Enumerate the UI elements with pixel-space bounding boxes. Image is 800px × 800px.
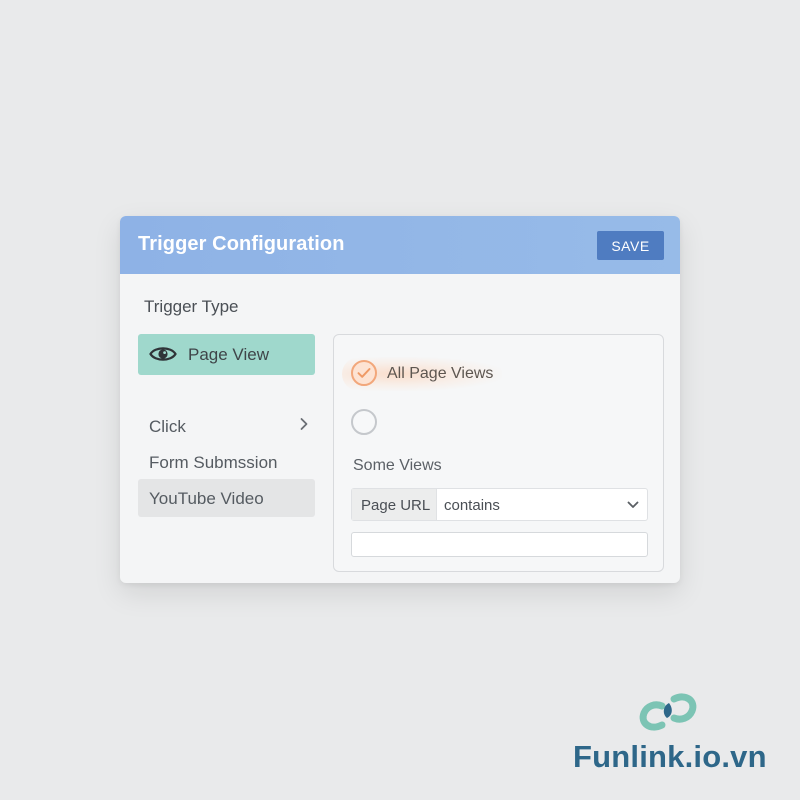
chevron-down-icon bbox=[627, 501, 639, 508]
trigger-options-panel: All Page Views Some Views Page URL conta… bbox=[333, 334, 664, 572]
trigger-type-label: Trigger Type bbox=[144, 297, 239, 316]
page-title: Trigger Configuration bbox=[138, 233, 345, 255]
card-header: Trigger Configuration SAVE bbox=[120, 216, 680, 274]
condition-operator-select[interactable]: contains bbox=[438, 489, 648, 520]
check-icon bbox=[357, 368, 371, 378]
trigger-type-youtube-video[interactable]: YouTube Video bbox=[138, 479, 315, 517]
condition-row: Page URL contains bbox=[351, 488, 648, 521]
trigger-configuration-card: Trigger Configuration SAVE Trigger Type … bbox=[120, 216, 680, 583]
save-button[interactable]: SAVE bbox=[597, 231, 664, 260]
condition-value-input[interactable] bbox=[351, 532, 648, 557]
trigger-type-click[interactable]: Click bbox=[138, 407, 315, 445]
some-views-radio[interactable] bbox=[351, 409, 377, 435]
condition-field-label: Page URL bbox=[352, 489, 437, 520]
trigger-type-label-click: Click bbox=[149, 417, 186, 436]
all-page-views-radio[interactable] bbox=[351, 360, 377, 386]
trigger-type-page-view[interactable]: Page View bbox=[138, 334, 315, 375]
page: Trigger Configuration SAVE Trigger Type … bbox=[0, 0, 800, 800]
eye-icon bbox=[149, 347, 177, 361]
trigger-type-label-page-view: Page View bbox=[188, 345, 269, 364]
trigger-type-label-youtube: YouTube Video bbox=[149, 489, 264, 508]
funlink-logo-icon bbox=[639, 693, 697, 731]
condition-operator-value: contains bbox=[444, 497, 500, 514]
trigger-type-label-form: Form Submssion bbox=[149, 453, 278, 472]
funlink-logo-text: Funlink.io.vn bbox=[573, 739, 767, 774]
chevron-right-icon bbox=[300, 418, 308, 430]
all-page-views-label: All Page Views bbox=[387, 365, 494, 382]
trigger-type-form-submission[interactable]: Form Submssion bbox=[138, 443, 315, 481]
some-views-label: Some Views bbox=[353, 457, 442, 474]
